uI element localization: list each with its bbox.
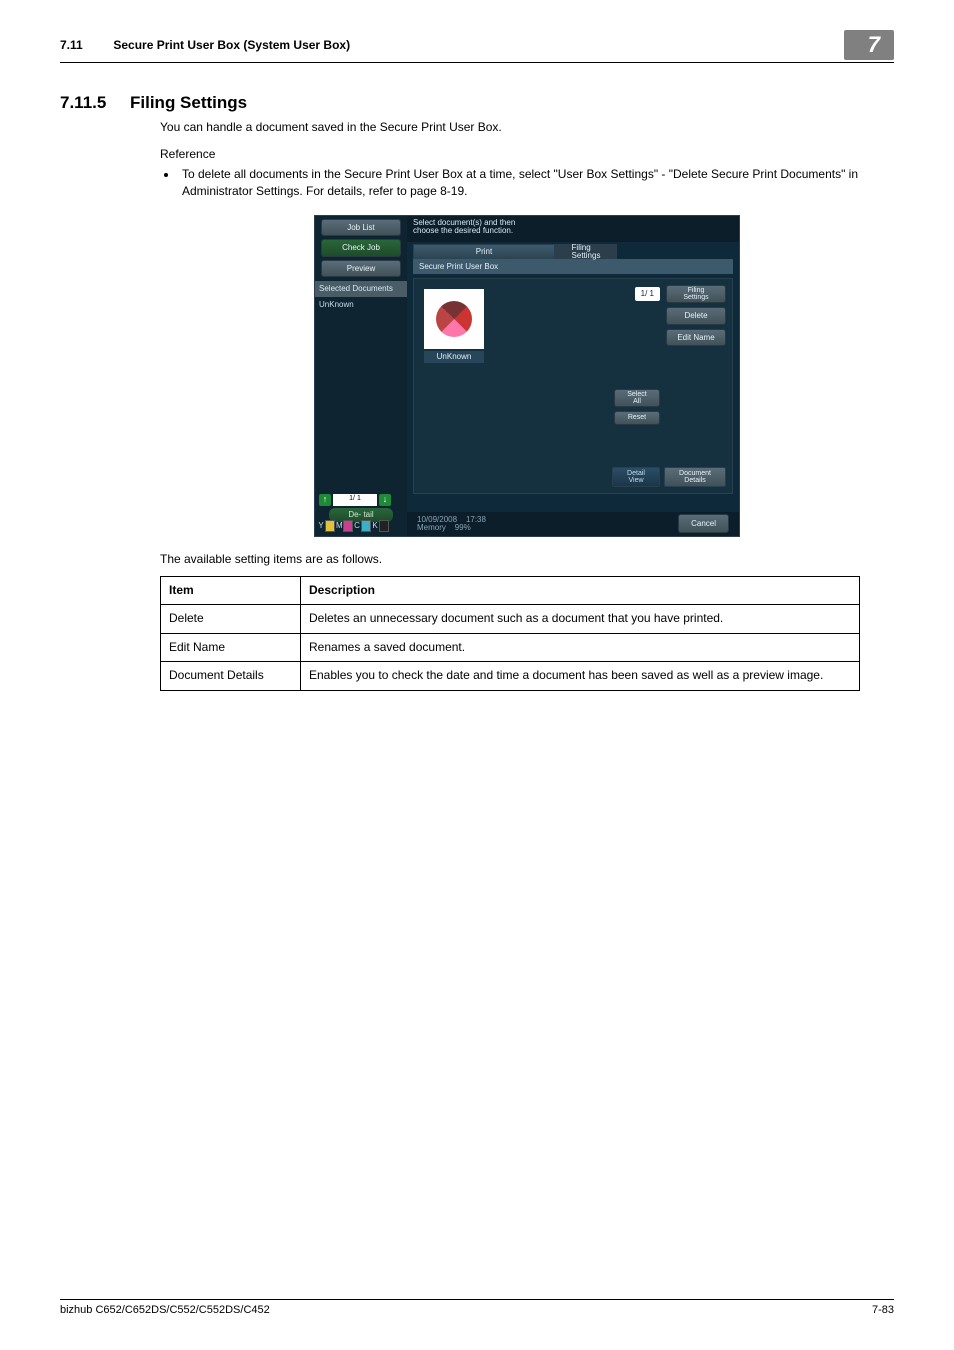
toner-k-label: K [372,520,378,532]
toner-c-icon [361,520,371,532]
ss-left-pane: Job List Check Job Preview Selected Docu… [315,216,408,536]
filing-settings-button[interactable]: Filing Settings [666,285,726,303]
main-page-indicator: 1/ 1 [635,287,660,301]
cancel-button[interactable]: Cancel [678,514,729,534]
toner-y-icon [325,520,335,532]
ss-mid-column: Select All Reset [614,389,660,425]
document-thumbnail[interactable] [424,289,484,349]
table-head-description: Description [301,576,860,604]
footer-left: bizhub C652/C652DS/C552/C552DS/C452 [60,1304,270,1316]
left-page-counter: 1/ 1 [333,494,377,506]
ss-work-area: UnKnown 1/ 1 Filing Settings Delete Edit… [413,278,733,494]
ss-memory-label: Memory [417,523,446,532]
subsection-number: 7.11.5 [60,93,130,113]
reference-label: Reference [160,146,894,163]
check-job-button[interactable]: Check Job [321,239,401,257]
tab-print[interactable]: Print [413,244,555,259]
table-cell-item: Document Details [161,662,301,690]
pager-up-icon[interactable]: ↑ [319,494,331,506]
table-row: Delete Deletes an unnecessary document s… [161,605,860,633]
edit-name-button[interactable]: Edit Name [666,329,726,347]
table-cell-item: Delete [161,605,301,633]
toner-c-label: C [354,520,360,532]
available-caption: The available setting items are as follo… [160,551,894,568]
document-details-button[interactable]: Document Details [664,467,726,487]
ss-right-column: Filing Settings Delete Edit Name [666,285,726,346]
toner-status: Y M C K [315,516,410,536]
intro-paragraph: You can handle a document saved in the S… [160,119,894,136]
ss-message: Select document(s) and then choose the d… [407,216,739,242]
ss-date-area: 10/09/2008 17:38 Memory 99% [417,516,486,532]
chapter-badge: 7 [844,30,894,60]
ss-main-pane: Select document(s) and then choose the d… [407,216,739,512]
section-number: 7.11 [60,38,110,52]
select-all-button[interactable]: Select All [614,389,660,407]
subsection-heading: 7.11.5 Filing Settings [60,93,894,113]
device-screenshot: Job List Check Job Preview Selected Docu… [314,215,740,537]
section-title: Secure Print User Box (System User Box) [113,38,350,52]
table-cell-item: Edit Name [161,633,301,661]
detail-view-button[interactable]: Detail View [612,467,660,487]
running-header: 7.11 Secure Print User Box (System User … [60,30,894,63]
reference-bullet: To delete all documents in the Secure Pr… [178,166,894,201]
left-pager: ↑ 1/ 1 ↓ [319,494,391,506]
preview-button[interactable]: Preview [321,260,401,278]
table-head-item: Item [161,576,301,604]
pager-down-icon[interactable]: ↓ [379,494,391,506]
selected-documents-item: UnKnown [315,297,407,313]
subsection-title: Filing Settings [130,93,247,113]
settings-table: Item Description Delete Deletes an unnec… [160,576,860,691]
ss-breadcrumb: Secure Print User Box [413,259,733,275]
footer-right: 7-83 [872,1304,894,1316]
delete-button[interactable]: Delete [666,307,726,325]
toner-m-icon [343,520,353,532]
reference-list: To delete all documents in the Secure Pr… [160,166,894,201]
toner-k-icon [379,520,389,532]
ss-bottom-bar: 10/09/2008 17:38 Memory 99% Cancel [407,512,739,536]
toner-y-label: Y [318,520,324,532]
ss-tab-row: Print Filing Settings [407,244,739,259]
document-thumbnail-caption: UnKnown [424,351,484,363]
selected-documents-header: Selected Documents [315,281,407,297]
running-header-left: 7.11 Secure Print User Box (System User … [60,38,350,52]
ss-memory-pct: 99% [455,523,471,532]
tab-filing-settings[interactable]: Filing Settings [555,244,617,259]
table-cell-desc: Deletes an unnecessary document such as … [301,605,860,633]
reset-button[interactable]: Reset [614,411,660,425]
table-row: Edit Name Renames a saved document. [161,633,860,661]
toner-m-label: M [336,520,342,532]
page-footer: bizhub C652/C652DS/C552/C552DS/C452 7-83 [60,1299,894,1316]
table-cell-desc: Enables you to check the date and time a… [301,662,860,690]
table-cell-desc: Renames a saved document. [301,633,860,661]
job-list-button[interactable]: Job List [321,219,401,237]
table-row: Document Details Enables you to check th… [161,662,860,690]
